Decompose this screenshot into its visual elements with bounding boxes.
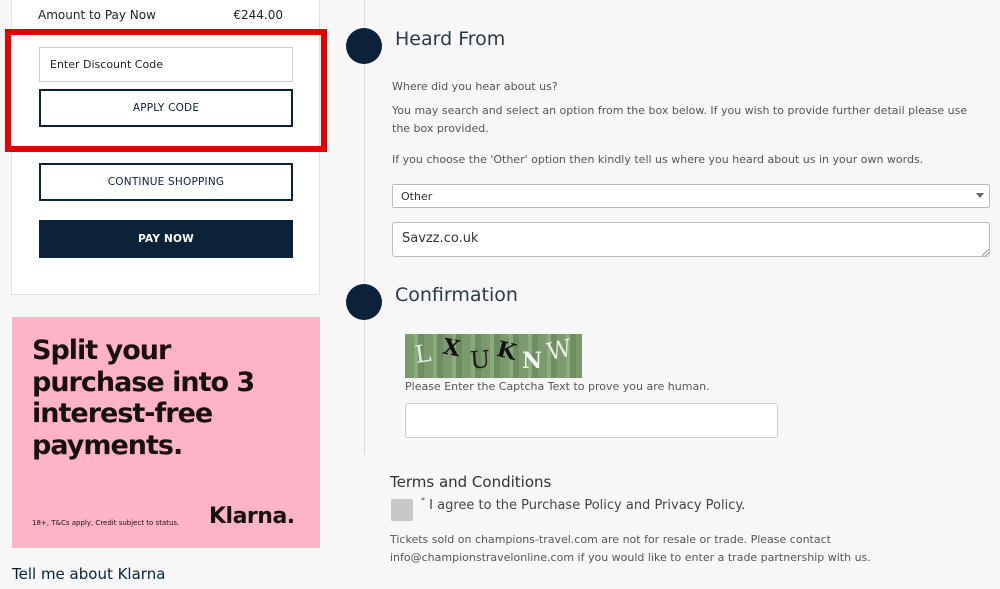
captcha-char: X bbox=[440, 334, 463, 363]
timeline-line bbox=[364, 0, 365, 455]
klarna-info-link[interactable]: Tell me about Klarna bbox=[12, 565, 165, 583]
confirmation-title: Confirmation bbox=[395, 284, 518, 306]
amount-to-pay-row: Amount to Pay Now €244.00 bbox=[38, 8, 283, 22]
heard-from-detail-textarea[interactable]: Savzz.co.uk bbox=[392, 222, 990, 257]
heard-other-note: If you choose the 'Other' option then ki… bbox=[392, 153, 924, 166]
step-marker-confirmation bbox=[346, 284, 382, 320]
chevron-down-icon bbox=[976, 193, 984, 198]
required-mark: * bbox=[421, 496, 425, 505]
discount-highlight-annotation bbox=[5, 29, 327, 152]
klarna-headline: Split your purchase into 3 interest-free… bbox=[32, 335, 255, 461]
continue-shopping-button[interactable]: CONTINUE SHOPPING bbox=[39, 163, 293, 201]
heard-instructions: You may search and select an option from… bbox=[392, 104, 968, 135]
heard-question: Where did you hear about us? bbox=[392, 80, 558, 93]
select-value: Other bbox=[401, 189, 433, 203]
resale-note: Tickets sold on champions-travel.com are… bbox=[390, 533, 871, 564]
captcha-char: W bbox=[544, 334, 575, 367]
klarna-banner[interactable]: Split your purchase into 3 interest-free… bbox=[12, 317, 320, 548]
amount-value: €244.00 bbox=[233, 8, 283, 22]
resize-grip-icon[interactable] bbox=[982, 249, 989, 256]
captcha-char: K bbox=[494, 336, 519, 366]
captcha-hint: Please Enter the Captcha Text to prove y… bbox=[405, 380, 710, 393]
agree-text: I agree to the Purchase Policy and Priva… bbox=[429, 498, 746, 513]
terms-title: Terms and Conditions bbox=[390, 473, 552, 491]
captcha-image: L X U K N W bbox=[405, 334, 582, 378]
captcha-char: N bbox=[522, 348, 543, 374]
pay-now-button[interactable]: PAY NOW bbox=[39, 220, 293, 258]
amount-label: Amount to Pay Now bbox=[38, 8, 156, 22]
step-marker-heard-from bbox=[346, 28, 382, 64]
captcha-char: L bbox=[413, 339, 433, 369]
klarna-fine-print: 18+, T&Cs apply, Credit subject to statu… bbox=[32, 519, 180, 527]
klarna-logo: Klarna. bbox=[209, 504, 295, 529]
agree-checkbox[interactable] bbox=[391, 499, 413, 521]
captcha-char: U bbox=[469, 345, 492, 375]
heard-from-title: Heard From bbox=[395, 28, 506, 50]
captcha-input[interactable] bbox=[405, 403, 778, 438]
heard-from-select[interactable]: Other bbox=[392, 184, 990, 208]
agree-label: * I agree to the Purchase Policy and Pri… bbox=[421, 496, 746, 513]
